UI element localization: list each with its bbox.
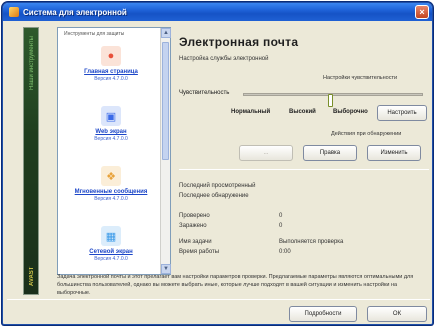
brand-name: AVAST [29, 266, 35, 286]
sensitivity-row: Чувствительность [179, 87, 429, 107]
info-label-uptime: Время работы [179, 249, 220, 255]
sidebar-item-version: Версия 4.7.0.0 [94, 136, 128, 142]
provider-sidebar: Инструменты для защиты ● Главная страниц… [57, 27, 171, 275]
sidebar-item-label[interactable]: Web экран [95, 129, 126, 135]
info-value-task: Выполняется проверка [279, 239, 344, 245]
extended-settings-button[interactable]: Настроить [377, 105, 427, 121]
sidebar-item-home[interactable]: ● Главная страница Версия 4.7.0.0 [62, 40, 160, 96]
footer-divider [7, 299, 430, 300]
info-value-uptime: 0:00 [279, 249, 291, 255]
description-text: Задача электронной почты и этот прелагае… [57, 274, 414, 296]
sidebar-item-version: Версия 4.7.0.0 [94, 196, 128, 202]
details-button[interactable]: Подробности [289, 306, 357, 322]
sidebar-item-instant-messaging[interactable]: ❖ Мгновенные сообщения Версия 4.7.0.0 [62, 160, 160, 216]
info-label-last-detection: Последнее обнаружение [179, 193, 249, 199]
info-label-task: Имя задачи [179, 239, 212, 245]
network-shield-icon: ▦ [101, 226, 121, 246]
page-title: Электронная почта [179, 35, 299, 49]
instant-messaging-icon: ❖ [101, 166, 121, 186]
sensitivity-slider-thumb[interactable] [328, 94, 333, 107]
sensitivity-slider-track[interactable] [243, 93, 423, 107]
page-subtitle: Настройка службы электронной [179, 56, 269, 62]
sidebar-item-web-shield[interactable]: ▣ Web экран Версия 4.7.0.0 [62, 100, 160, 156]
sidebar-header: Инструменты для защиты [64, 31, 125, 37]
preset-normal[interactable]: Нормальный [231, 109, 270, 115]
sensitivity-label: Чувствительность [179, 90, 230, 96]
home-icon: ● [101, 46, 121, 66]
brand-band: AVAST Наши инструменты [23, 27, 39, 295]
ok-button[interactable]: ОК [367, 306, 427, 322]
preset-custom[interactable]: Выборочно [333, 109, 368, 115]
preset-high[interactable]: Высокий [289, 109, 316, 115]
close-button[interactable]: × [415, 5, 429, 19]
sidebar-item-version: Версия 4.7.0.0 [94, 76, 128, 82]
info-label-infected: Заражено [179, 223, 207, 229]
brand-band-text: AVAST Наши инструменты [26, 36, 38, 286]
info-label-scanned: Проверено [179, 213, 210, 219]
scroll-up-icon[interactable]: ▲ [161, 28, 171, 38]
section-divider [179, 169, 429, 170]
disabled-button: ... [239, 145, 293, 161]
app-window: Система для электронной × AVAST Наши инс… [2, 2, 433, 325]
app-icon [9, 7, 19, 17]
sidebar-item-network-shield[interactable]: ▦ Сетевой экран Версия 4.7.0.0 [62, 220, 160, 276]
title-bar[interactable]: Система для электронной × [3, 3, 432, 21]
brand-tagline: Наши инструменты [29, 36, 35, 90]
info-value-scanned: 0 [279, 213, 283, 219]
edit-button[interactable]: Правка [303, 145, 357, 161]
sidebar-scrollbar[interactable]: ▲ ▼ [160, 28, 171, 274]
info-label-last-scanned: Последний просмотренный [179, 183, 256, 189]
actions-group-label: Действия при обнаружении [331, 131, 402, 137]
sidebar-item-label[interactable]: Сетевой экран [89, 249, 132, 255]
sidebar-item-label[interactable]: Мгновенные сообщения [75, 189, 148, 195]
sensitivity-group-label: Настройки чувствительности [323, 75, 398, 81]
sidebar-item-version: Версия 4.7.0.0 [94, 256, 128, 262]
info-value-infected: 0 [279, 223, 283, 229]
sidebar-item-label[interactable]: Главная страница [84, 69, 138, 75]
scroll-thumb[interactable] [162, 42, 169, 160]
web-shield-icon: ▣ [101, 106, 121, 126]
change-button[interactable]: Изменить [367, 145, 421, 161]
window-title: Система для электронной [23, 7, 127, 17]
